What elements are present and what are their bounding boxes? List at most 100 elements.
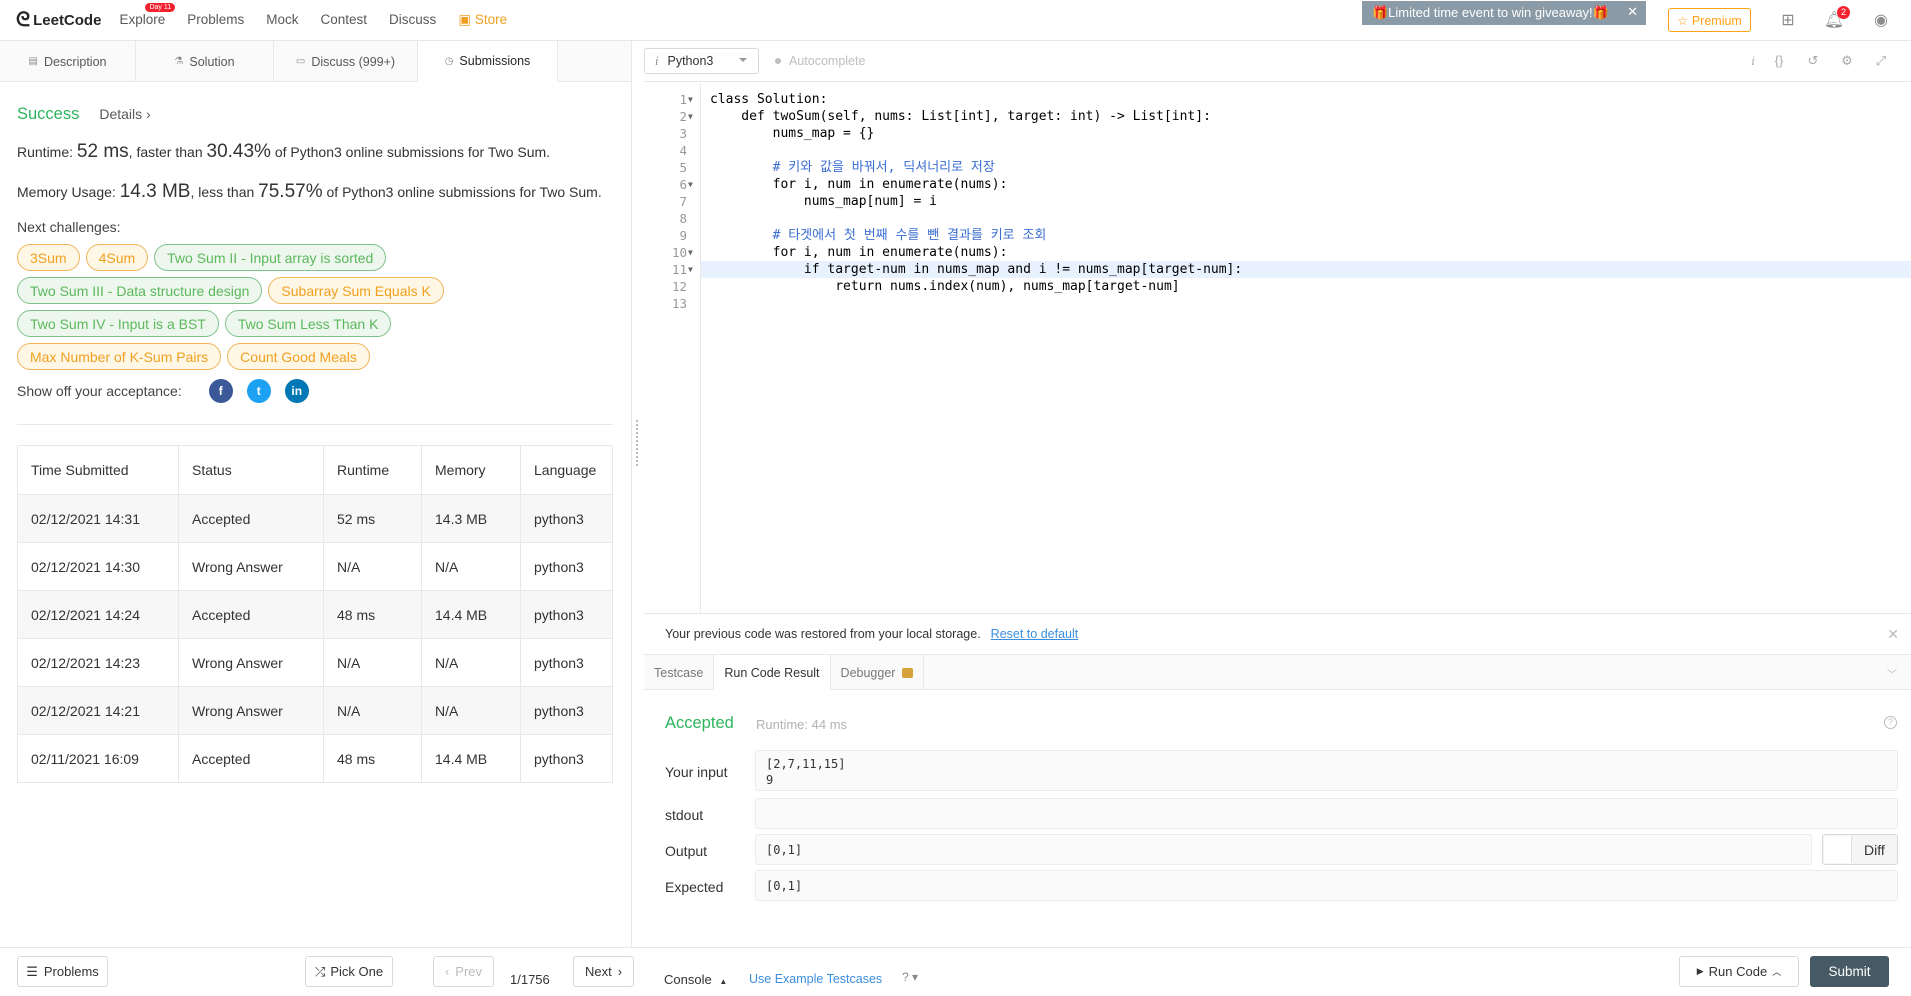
runtime-value: 52 ms [76, 141, 129, 162]
fold-arrow-icon[interactable]: ▼ [688, 244, 693, 261]
challenge-chip[interactable]: Two Sum Less Than K [224, 310, 392, 337]
cell-status[interactable]: Wrong Answer [178, 542, 324, 591]
challenge-chip[interactable]: Two Sum II - Input array is sorted [154, 244, 387, 271]
table-row: 02/12/2021 14:31 Accepted 52 ms 14.3 MB … [17, 494, 613, 543]
details-label: Details [99, 106, 143, 122]
fullscreen-icon[interactable]: ⤢ [1872, 53, 1890, 71]
notification-bell-icon[interactable]: 🔔︎ 2 [1823, 6, 1850, 30]
fold-arrow-icon[interactable]: ▼ [688, 108, 693, 125]
prev-button[interactable]: ‹ Prev [433, 956, 494, 987]
diff-label: Diff [1864, 841, 1885, 858]
console-button[interactable]: Console ▲ [664, 972, 727, 987]
facebook-icon[interactable]: f [208, 379, 233, 403]
challenge-chip[interactable]: Max Number of K-Sum Pairs [17, 343, 222, 370]
cell-status[interactable]: Accepted [178, 734, 324, 783]
cell-memory: 14.4 MB [421, 734, 521, 783]
details-link[interactable]: Details › [99, 106, 150, 122]
nav-problems[interactable]: Problems [187, 12, 244, 28]
close-icon[interactable]: ✕ [1887, 626, 1899, 643]
submit-button[interactable]: Submit [1810, 956, 1889, 987]
info-icon[interactable]: i [1744, 53, 1762, 71]
run-code-button[interactable]: ▶ Run Code ︿ [1679, 956, 1799, 987]
promo-close-icon[interactable]: ✕ [1627, 4, 1638, 20]
output-value: [0,1] [755, 834, 1812, 865]
diff-toggle[interactable]: Diff [1822, 834, 1898, 865]
settings-icon[interactable]: ⚙ [1838, 53, 1856, 71]
play-icon: ▶ [1696, 966, 1704, 976]
nav-discuss[interactable]: Discuss [389, 12, 436, 28]
chevron-down-icon[interactable]: ﹀ [1887, 666, 1897, 681]
reset-to-default-link[interactable]: Reset to default [991, 627, 1079, 641]
cell-status[interactable]: Accepted [178, 590, 324, 639]
linkedin-icon[interactable]: in [284, 379, 309, 403]
tab-debugger-label: Debugger [840, 665, 896, 680]
diff-switch[interactable] [1824, 836, 1852, 863]
challenge-chip[interactable]: 4Sum [85, 244, 149, 271]
tab-solution[interactable]: ⚗ Solution [136, 41, 274, 82]
runtime-stat: Runtime: 52 ms, faster than 30.43% of Py… [17, 141, 614, 163]
code-editor[interactable]: 1 2 3 4 5 6 7 8 9 10 11 12 13 ▼ ▼ ▼ ▼ ▼ … [644, 83, 1911, 613]
tab-debugger[interactable]: Debugger [831, 655, 925, 690]
autocomplete-toggle[interactable]: Autocomplete [775, 54, 865, 68]
tab-submissions[interactable]: ◷ Submissions [418, 41, 558, 82]
help-icon[interactable]: ? [1884, 716, 1897, 729]
console-label: Console [664, 972, 712, 987]
leetcode-logo[interactable]: ᘓ LeetCode [16, 9, 101, 32]
challenge-chip[interactable]: Two Sum III - Data structure design [17, 277, 263, 304]
pick-one-button[interactable]: ⤮ Pick One [305, 956, 393, 987]
column-header[interactable]: Language [520, 445, 613, 495]
submission-detail: Success Details › Runtime: 52 ms, faster… [0, 105, 631, 783]
column-header[interactable]: Time Submitted [17, 445, 179, 495]
problems-button[interactable]: ☰ Problems [17, 956, 108, 987]
cell-language: python3 [520, 590, 613, 639]
tab-testcase[interactable]: Testcase [644, 655, 715, 690]
challenge-chip[interactable]: Count Good Meals [227, 343, 370, 370]
nav-explore[interactable]: Explore Day 11 [119, 3, 176, 28]
braces-icon[interactable]: {} [1770, 53, 1788, 71]
nav-explore-label: Explore [119, 12, 166, 27]
nav-mock[interactable]: Mock [266, 12, 298, 28]
column-header[interactable]: Memory [421, 445, 521, 495]
memory-stat: Memory Usage: 14.3 MB, less than 75.57% … [17, 181, 617, 203]
table-row: 02/12/2021 14:30 Wrong Answer N/A N/A py… [17, 542, 613, 591]
memory-mid: , less than [190, 184, 259, 200]
nav-store[interactable]: ▣ Store [458, 12, 507, 28]
problems-label: Problems [43, 964, 99, 979]
fold-arrow-icon[interactable]: ▼ [688, 176, 693, 193]
restore-message: Your previous code was restored from you… [665, 627, 981, 641]
expected-label: Expected [665, 879, 724, 895]
twitter-icon[interactable]: t [246, 379, 271, 403]
cell-status[interactable]: Accepted [178, 494, 324, 543]
success-status: Success [17, 105, 80, 123]
tab-description[interactable]: ▤ Description [0, 41, 136, 82]
tab-run-code-result[interactable]: Run Code Result [714, 655, 831, 690]
cell-memory: N/A [421, 638, 521, 687]
use-example-testcases-link[interactable]: Use Example Testcases [749, 972, 882, 986]
playground-icon[interactable]: ⊞ [1777, 10, 1799, 30]
nav-contest[interactable]: Contest [321, 12, 368, 28]
code-line: class Solution: [710, 92, 828, 107]
challenge-chip[interactable]: Two Sum IV - Input is a BST [17, 310, 219, 337]
premium-button[interactable]: ☆ Premium [1668, 8, 1751, 32]
challenge-chip[interactable]: Subarray Sum Equals K [268, 277, 444, 304]
next-button[interactable]: Next › [573, 956, 634, 987]
divider [17, 424, 613, 425]
line-number: 3 [679, 126, 687, 141]
promo-banner[interactable]: 🎁Limited time event to win giveaway!🎁 ✕ [1362, 1, 1646, 25]
line-number: 11 [671, 262, 687, 277]
fold-arrow-icon[interactable]: ▼ [688, 261, 693, 278]
next-label: Next [584, 964, 612, 979]
user-avatar-icon[interactable]: ◉ [1870, 10, 1892, 30]
panel-resize-handle[interactable] [636, 420, 640, 466]
language-select[interactable]: i Python3 [644, 48, 759, 74]
help-dropdown-icon[interactable]: ? ▾ [902, 970, 918, 984]
challenge-chip[interactable]: 3Sum [17, 244, 80, 271]
gift-icon: ▣ [458, 12, 472, 27]
column-header[interactable]: Runtime [323, 445, 422, 495]
tab-discuss[interactable]: ▭ Discuss (999+) [274, 41, 418, 82]
cell-status[interactable]: Wrong Answer [178, 686, 324, 735]
cell-status[interactable]: Wrong Answer [178, 638, 324, 687]
column-header[interactable]: Status [178, 445, 324, 495]
reset-icon[interactable]: ↺ [1804, 53, 1822, 71]
fold-arrow-icon[interactable]: ▼ [688, 91, 693, 108]
